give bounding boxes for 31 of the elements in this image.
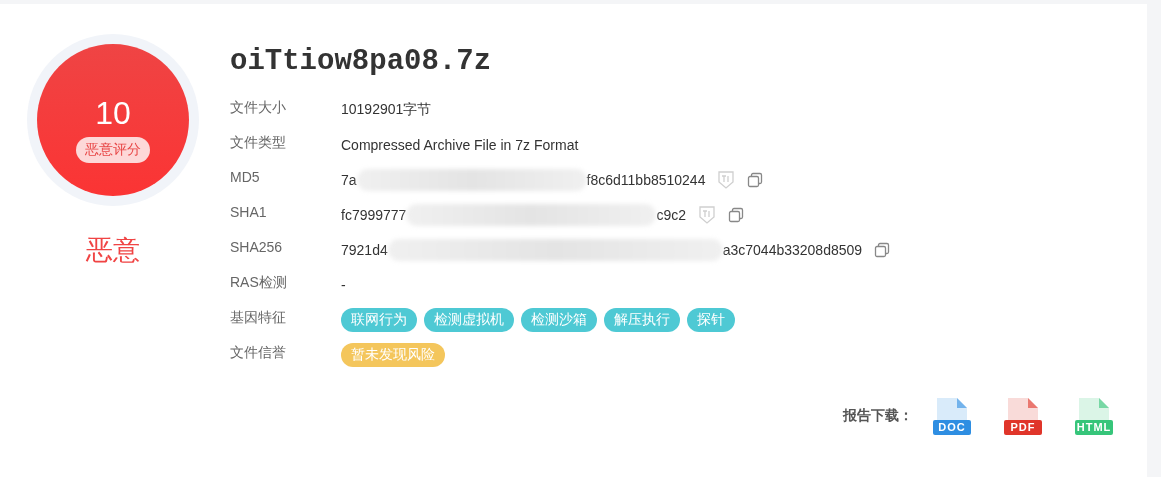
tag: 检测虚拟机 bbox=[424, 307, 514, 332]
tag: 探针 bbox=[687, 307, 735, 332]
field-label: MD5 bbox=[230, 168, 261, 185]
copy-icon[interactable] bbox=[874, 241, 891, 258]
score-value: 10 bbox=[95, 95, 131, 131]
field-value: Compressed Archive File in 7z Format bbox=[341, 136, 579, 153]
field-label: 文件类型 bbox=[230, 133, 287, 152]
copy-icon[interactable] bbox=[747, 171, 764, 188]
hash-value: 7921d4 bbox=[341, 241, 388, 258]
file-name: oiTtiow8pa08.7z bbox=[230, 44, 493, 80]
verdict-label: 恶意 bbox=[86, 234, 140, 267]
tag: 检测沙箱 bbox=[521, 307, 597, 332]
field-label: 基因特征 bbox=[230, 308, 287, 327]
hash-value: f8c6d11bb8510244 bbox=[586, 171, 706, 188]
tag: 暂未发现风险 bbox=[341, 342, 445, 367]
field-value: - bbox=[341, 276, 346, 293]
field-value: 10192901字节 bbox=[341, 100, 432, 119]
tag: 联网行为 bbox=[341, 307, 417, 332]
hash-value: fc7999777 bbox=[341, 206, 407, 223]
tag: 解压执行 bbox=[604, 307, 680, 332]
field-label: 文件信誉 bbox=[230, 343, 287, 362]
hash-value: a3c7044b33208d8509 bbox=[722, 241, 863, 258]
score-label: 恶意评分 bbox=[76, 137, 150, 163]
field-label: SHA256 bbox=[230, 238, 284, 255]
field-label: SHA1 bbox=[230, 203, 268, 220]
field-label: 文件大小 bbox=[230, 98, 287, 117]
download-label: 报告下载： bbox=[843, 407, 913, 425]
field-label: RAS检测 bbox=[230, 273, 288, 292]
hash-value: 7a bbox=[341, 171, 357, 188]
hash-value: c9c2 bbox=[656, 206, 686, 223]
copy-icon[interactable] bbox=[728, 206, 744, 223]
